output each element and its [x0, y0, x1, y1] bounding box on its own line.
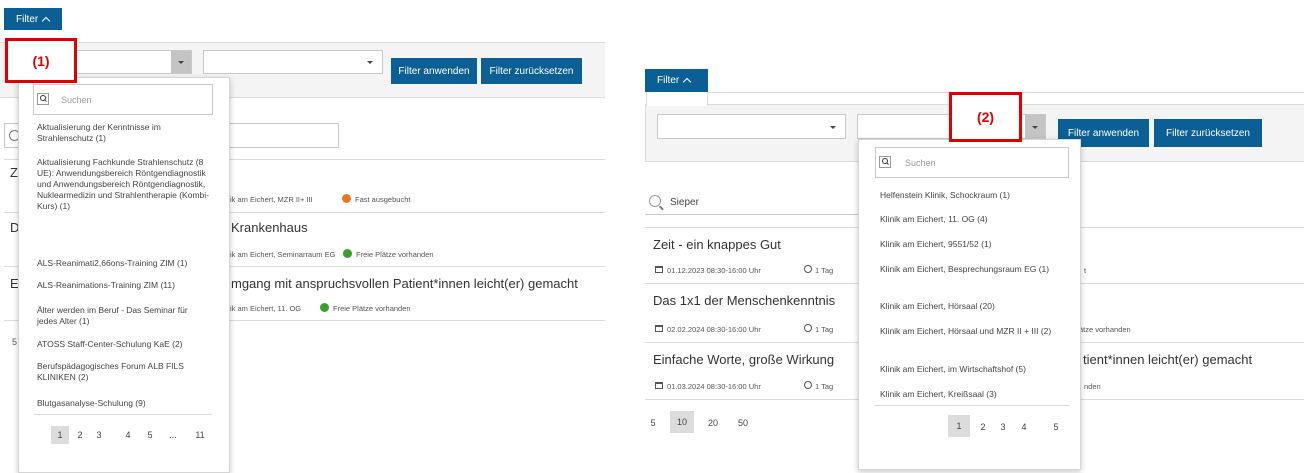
search-icon: [649, 195, 661, 207]
dropdown-option[interactable]: Klinik am Eichert, 11. OG (4): [880, 214, 1070, 225]
filter-toggle-button[interactable]: Filter: [4, 8, 62, 30]
status-text-fragment: ätze vorhanden: [1079, 325, 1131, 334]
dropdown-option[interactable]: Klinik am Eichert, 9551/52 (1): [880, 239, 1070, 250]
clock-icon: [804, 381, 812, 389]
page-ellipsis: ...: [169, 430, 177, 440]
status-text-fragment: nden: [1084, 382, 1101, 391]
category-select[interactable]: [60, 50, 192, 74]
dropdown-search-input[interactable]: Suchen: [875, 147, 1069, 178]
search-placeholder: Suchen: [905, 158, 936, 168]
dropdown-option[interactable]: Berufspädagogisches Forum ALB FILS KLINI…: [37, 361, 197, 383]
result-duration: 1 Tag: [815, 325, 834, 334]
dropdown-option[interactable]: Klinik am Eichert, im Wirtschaftshof (5): [880, 364, 1070, 375]
dropdown-option[interactable]: ATOSS Staff-Center-Schulung KaE (2): [37, 339, 222, 350]
search-placeholder: Suchen: [61, 95, 92, 105]
result-location-fragment: ik am Eichert, 11. OG: [230, 304, 302, 313]
reset-filter-button[interactable]: Filter zurücksetzen: [1154, 119, 1262, 147]
page-button[interactable]: 4: [1017, 418, 1031, 436]
status-text: Freie Plätze vorhanden: [333, 304, 411, 313]
page-button[interactable]: 5: [1049, 418, 1063, 436]
dropdown-option[interactable]: Aktualisierung der Kenntnisse im Strahle…: [37, 122, 217, 144]
result-title-fragment: Z: [10, 165, 18, 180]
dropdown-option[interactable]: Klinik am Eichert, Kreißsaal (3): [880, 389, 1070, 400]
callout-1: (1): [5, 38, 77, 83]
page-button[interactable]: 2: [73, 426, 87, 444]
chevron-down-icon: [367, 61, 373, 64]
dropdown-option[interactable]: Aktualisierung Fachkunde Strahlenschutz …: [37, 157, 217, 212]
status-text: Fast ausgebucht: [355, 195, 411, 204]
result-duration: 1 Tag: [815, 266, 834, 275]
result-title-fragment[interactable]: Krankenhaus: [231, 220, 308, 235]
dropdown-option[interactable]: Älter werden im Beruf - Das Seminar für …: [37, 305, 207, 327]
page-button-current[interactable]: 1: [51, 426, 69, 444]
search-icon: [37, 93, 49, 105]
result-title-fragment[interactable]: mgang mit anspruchsvollen Patient*innen …: [231, 276, 578, 291]
result-location-fragment: ik am Eichert, Seminarraum EG: [230, 250, 336, 259]
status-text-fragment: t: [1084, 266, 1087, 275]
dropdown-option[interactable]: Helfenstein Klinik, Schockraum (1): [880, 190, 1070, 201]
search-input[interactable]: Sieper: [645, 190, 865, 215]
chevron-down-icon: [830, 125, 836, 129]
chevron-down-icon[interactable]: [1025, 115, 1045, 138]
status-text: Freie Plätze vorhanden: [356, 250, 434, 259]
search-value: Sieper: [670, 197, 699, 208]
page-button[interactable]: 4: [121, 426, 135, 444]
result-title[interactable]: Zeit - ein knappes Gut: [653, 237, 781, 252]
result-title-fragment[interactable]: tient*innen leicht(er) gemacht: [1083, 352, 1252, 367]
page-button[interactable]: 2: [976, 418, 990, 436]
page-button[interactable]: 11: [192, 426, 208, 444]
status-dot-icon: [320, 303, 329, 312]
page-button[interactable]: 3: [996, 418, 1010, 436]
dropdown-option[interactable]: Blutgasanalyse-Schulung (9): [37, 398, 222, 409]
chevron-down-icon[interactable]: [171, 51, 191, 73]
filter-toggle-button[interactable]: Filter: [645, 69, 708, 92]
per-page-option-selected[interactable]: 10: [670, 411, 694, 433]
result-title[interactable]: Das 1x1 der Menschenkenntnis: [653, 293, 835, 308]
filter-label: Filter: [657, 75, 680, 86]
per-page-option[interactable]: 5: [646, 414, 660, 432]
dropdown-option[interactable]: ALS-Reanimations-Training ZIM (11): [37, 280, 222, 291]
page-button[interactable]: 3: [92, 426, 106, 444]
apply-filter-button[interactable]: Filter anwenden: [391, 58, 477, 84]
result-date: 02.02.2024 08:30-16:00 Uhr: [667, 325, 761, 334]
clock-icon: [804, 265, 812, 273]
page-button-current[interactable]: 1: [948, 415, 970, 437]
category-select[interactable]: [657, 114, 846, 139]
result-title[interactable]: Einfache Worte, große Wirkung: [653, 352, 834, 367]
dropdown-option[interactable]: ALS-Reanimati2,66ons-Training ZIM (1): [37, 258, 222, 269]
result-duration: 1 Tag: [815, 382, 834, 391]
clock-icon: [804, 324, 812, 332]
dropdown-search-input[interactable]: Suchen: [33, 84, 213, 115]
status-dot-icon: [343, 249, 352, 258]
location-select[interactable]: [203, 50, 383, 74]
filter-label: Filter: [16, 13, 39, 25]
chevron-up-icon: [41, 16, 51, 25]
page-button[interactable]: 5: [143, 426, 157, 444]
calendar-icon: [655, 325, 663, 332]
per-page-fragment[interactable]: 5: [12, 337, 17, 347]
calendar-icon: [655, 266, 663, 273]
search-icon: [879, 156, 891, 168]
dropdown-option[interactable]: Klinik am Eichert, Hörsaal (20): [880, 301, 1070, 312]
dropdown-option[interactable]: Klinik am Eichert, Hörsaal und MZR II + …: [880, 326, 1065, 337]
calendar-icon: [655, 382, 663, 389]
per-page-option[interactable]: 20: [704, 414, 722, 432]
status-dot-icon: [342, 194, 351, 203]
result-date: 01.03.2024 08:30-16:00 Uhr: [667, 382, 761, 391]
per-page-option[interactable]: 50: [734, 414, 752, 432]
result-location-fragment: ik am Eichert, MZR II+ III: [230, 195, 313, 204]
chevron-up-icon: [682, 77, 692, 87]
dropdown-option[interactable]: Klinik am Eichert, Besprechungsraum EG (…: [880, 264, 1065, 275]
reset-filter-button[interactable]: Filter zurücksetzen: [481, 58, 582, 84]
callout-2: (2): [949, 92, 1022, 142]
result-date: 01.12.2023 08:30-16:00 Uhr: [667, 266, 761, 275]
